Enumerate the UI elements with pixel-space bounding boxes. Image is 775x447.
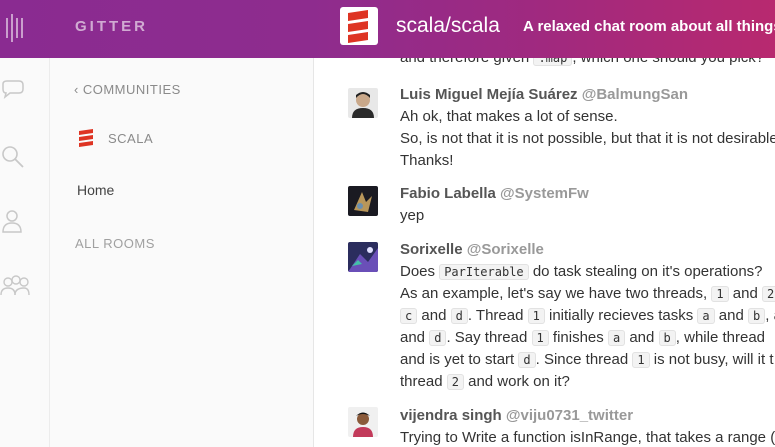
inline-code: 2 — [446, 374, 464, 390]
inline-code: ParIterable — [439, 264, 529, 280]
chevron-left-icon: ‹ — [74, 82, 79, 97]
chat-bubble-icon[interactable] — [0, 78, 26, 104]
back-to-communities-link[interactable]: ‹ COMMUNITIES — [74, 82, 181, 97]
room-avatar-icon[interactable] — [340, 7, 378, 45]
message-line: As an example, let's say we have two thr… — [400, 285, 775, 302]
message-author[interactable]: vijendra singh — [400, 407, 502, 424]
avatar[interactable] — [348, 407, 378, 437]
inline-code: 1 — [527, 308, 545, 324]
inline-code: a — [697, 308, 715, 324]
message-line: and d. Say thread 1 finishes a and b, wh… — [400, 329, 765, 346]
top-header: GITTER scala/scala A relaxed chat room a… — [0, 0, 775, 58]
message-username[interactable]: @viju0731_twitter — [506, 407, 633, 424]
message-line: Thanks! — [400, 152, 454, 169]
inline-code: 2 — [761, 286, 775, 302]
community-scala[interactable]: SCALA — [78, 128, 153, 148]
message-author[interactable]: Luis Miguel Mejía Suárez — [400, 86, 578, 103]
search-icon[interactable] — [0, 144, 26, 170]
message-username[interactable]: @BalmungSan — [582, 86, 688, 103]
home-link[interactable]: Home — [77, 182, 114, 198]
message-username[interactable]: @Sorixelle — [467, 241, 544, 258]
person-icon[interactable] — [0, 208, 26, 234]
message-line: and is yet to start d. Since thread 1 is… — [400, 351, 774, 368]
group-icon[interactable] — [0, 273, 30, 299]
message-line: So, is not that it is not possible, but … — [400, 130, 775, 147]
avatar[interactable] — [348, 186, 378, 216]
inline-code: d — [518, 352, 536, 368]
left-icon-bar — [0, 58, 50, 447]
room-topic: A relaxed chat room about all things S — [523, 18, 775, 35]
inline-code: 1 — [531, 330, 549, 346]
message-line: c and d. Thread 1 initially recieves tas… — [400, 307, 775, 324]
inline-code: 1 — [711, 286, 729, 302]
gitter-logo-icon[interactable] — [4, 14, 24, 42]
inline-code: a — [607, 330, 626, 346]
avatar[interactable] — [348, 242, 378, 272]
app-name: GITTER — [75, 18, 148, 35]
inline-code: c — [400, 308, 418, 324]
message-line: yep — [400, 207, 425, 224]
inline-code: .map — [533, 58, 573, 66]
avatar[interactable] — [348, 88, 378, 118]
message-author[interactable]: Sorixelle — [400, 241, 463, 258]
inline-code: d — [429, 330, 447, 346]
all-rooms-heading: ALL ROOMS — [75, 236, 155, 251]
inline-code: 1 — [632, 352, 650, 368]
community-name: SCALA — [108, 130, 154, 146]
message-username[interactable]: @SystemFw — [500, 185, 589, 202]
message-line: Trying to Write a function isInRange, th… — [400, 429, 775, 446]
message-author[interactable]: Fabio Labella — [400, 185, 496, 202]
chat-area: and therefore given .map, which one shou… — [315, 58, 775, 447]
room-name: scala/scala — [396, 14, 500, 37]
communities-panel: ‹ COMMUNITIES SCALA Home ALL ROOMS — [50, 58, 314, 447]
message-line: Ah ok, that makes a lot of sense. — [400, 108, 618, 125]
message-line: and therefore given .map, which one shou… — [400, 58, 764, 66]
inline-code: d — [450, 308, 468, 324]
inline-code: b — [658, 330, 676, 346]
scala-logo-icon — [79, 129, 93, 147]
back-link-label: COMMUNITIES — [82, 82, 181, 97]
inline-code: b — [748, 308, 766, 324]
message-line: Does ParIterable do task stealing on it'… — [400, 263, 763, 280]
message-line: thread 2 and work on it? — [400, 373, 570, 390]
